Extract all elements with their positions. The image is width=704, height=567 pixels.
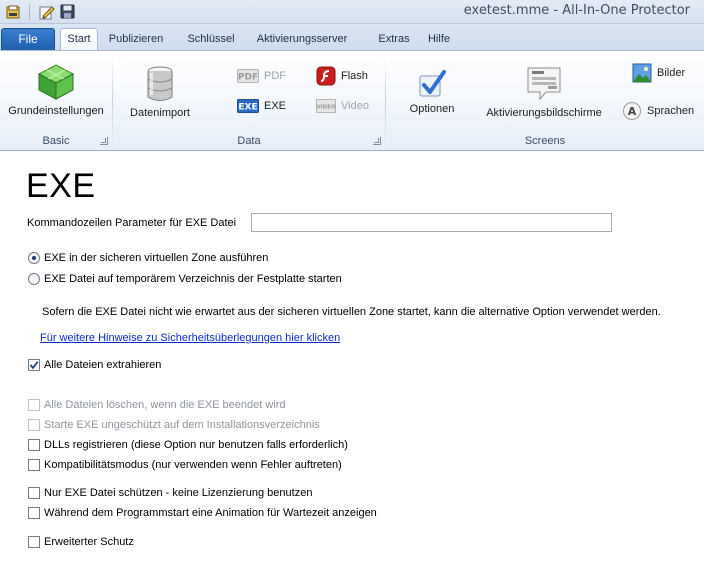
- tab-file[interactable]: File: [1, 28, 55, 50]
- activation-screen-icon: [527, 67, 561, 101]
- dialog-launcher-icon[interactable]: [373, 137, 381, 145]
- datenimport-label: Datenimport: [130, 107, 190, 119]
- checkbox-delete-on-exit[interactable]: Alle Dateien löschen, wenn die EXE beend…: [28, 397, 286, 413]
- ribbon-group-label-basic: Basic: [42, 135, 70, 147]
- tab-aktivierungsserver[interactable]: Aktivierungsserver: [250, 28, 354, 50]
- checkbox[interactable]: [28, 419, 40, 431]
- checkbox-label-delete-on-exit: Alle Dateien löschen, wenn die EXE beend…: [44, 399, 286, 411]
- checkbox[interactable]: [28, 507, 40, 519]
- checkbox-label-extract-all: Alle Dateien extrahieren: [44, 359, 162, 371]
- tab-publizieren[interactable]: Publizieren: [101, 28, 171, 50]
- flash-button[interactable]: Flash: [316, 66, 368, 86]
- grundeinstellungen-button[interactable]: Grundeinstellungen: [4, 63, 108, 117]
- checkbox-startup-animation[interactable]: Während dem Programmstart eine Animation…: [28, 505, 377, 521]
- app-menu-icon[interactable]: [4, 3, 21, 20]
- page-title: EXE: [26, 167, 96, 205]
- checkbox[interactable]: [28, 439, 40, 451]
- settings-cube-icon: [37, 64, 75, 100]
- grundeinstellungen-label: Grundeinstellungen: [8, 105, 104, 117]
- optionen-label: Optionen: [409, 103, 455, 115]
- svg-text:PDF: PDF: [238, 73, 258, 83]
- radio-button[interactable]: [28, 273, 40, 285]
- window-title: exetest.mme - All-In-One Protector: [463, 3, 690, 18]
- checkbox-run-unprotected[interactable]: Starte EXE ungeschützt auf dem Installat…: [28, 417, 320, 433]
- save-icon[interactable]: [59, 3, 76, 20]
- flash-label: Flash: [341, 70, 368, 82]
- qat-separator: [29, 3, 30, 20]
- tab-start[interactable]: Start: [60, 28, 98, 50]
- checkbox-extended-protection[interactable]: Erweiterter Schutz: [28, 534, 134, 550]
- checkbox[interactable]: [28, 487, 40, 499]
- checkbox-checked[interactable]: [28, 359, 40, 371]
- checkbox-label-run-unprotected: Starte EXE ungeschützt auf dem Installat…: [44, 419, 320, 431]
- radio-label-virtual-zone: EXE in der sicheren virtuellen Zone ausf…: [44, 252, 269, 264]
- checkbox[interactable]: [28, 459, 40, 471]
- ribbon-group-label-screens: Screens: [524, 135, 566, 147]
- checkbox-register-dlls[interactable]: DLLs registrieren (diese Option nur benu…: [28, 437, 348, 453]
- dialog-launcher-icon[interactable]: [100, 137, 108, 145]
- cmd-params-label: Kommandozeilen Parameter für EXE Datei: [27, 217, 237, 229]
- ribbon-group-label-data: Data: [237, 135, 261, 147]
- tab-hilfe[interactable]: Hilfe: [420, 28, 458, 50]
- database-icon: [147, 66, 173, 101]
- svg-text:VIDEO: VIDEO: [316, 105, 336, 111]
- video-icon: VIDEO: [316, 99, 336, 113]
- pdf-button[interactable]: PDF PDF: [237, 66, 286, 86]
- radio-button-selected[interactable]: [28, 252, 40, 264]
- checkbox-label-startup-animation: Während dem Programmstart eine Animation…: [44, 507, 377, 519]
- exe-label: EXE: [264, 100, 287, 112]
- checkbox-extract-all[interactable]: Alle Dateien extrahieren: [28, 357, 161, 373]
- svg-text:A: A: [628, 105, 637, 118]
- checkbox-label-compat-mode: Kompatibilitätsmodus (nur verwenden wenn…: [44, 459, 342, 471]
- bilder-button[interactable]: Bilder: [632, 63, 685, 83]
- ribbon-tab-row: File Start Publizieren Schlüssel Aktivie…: [0, 24, 704, 50]
- exe-button[interactable]: EXE EXE: [237, 96, 286, 116]
- ribbon: Grundeinstellungen Basic Datenimport PDF…: [0, 50, 704, 151]
- language-icon: A: [623, 102, 641, 120]
- bilder-label: Bilder: [657, 67, 686, 79]
- radio-option-temp-dir[interactable]: EXE Datei auf temporärem Verzeichnis der…: [28, 271, 342, 287]
- info-text: Sofern die EXE Datei nicht wie erwartet …: [42, 306, 661, 318]
- ribbon-group-data: Datenimport PDF PDF EXE EXE Flash VIDEO …: [113, 51, 385, 150]
- checkbox-compat-mode[interactable]: Kompatibilitätsmodus (nur verwenden wenn…: [28, 457, 342, 473]
- cmd-params-input[interactable]: [251, 213, 612, 232]
- quick-access-toolbar: [4, 3, 80, 20]
- checkbox-label-extended-protection: Erweiterter Schutz: [44, 536, 134, 548]
- checkmark-icon: [29, 361, 39, 370]
- flash-icon: [316, 66, 336, 86]
- svg-text:EXE: EXE: [238, 103, 257, 113]
- optionen-button[interactable]: Optionen: [400, 69, 464, 115]
- image-icon: [632, 63, 652, 83]
- edit-icon[interactable]: [38, 3, 55, 20]
- exe-settings-panel: EXE Kommandozeilen Parameter für EXE Dat…: [0, 152, 704, 567]
- radio-option-virtual-zone[interactable]: EXE in der sicheren virtuellen Zone ausf…: [28, 250, 268, 266]
- exe-icon: EXE: [237, 99, 259, 113]
- checkbox[interactable]: [28, 399, 40, 411]
- video-label: Video: [341, 100, 369, 112]
- checkbox-label-no-licensing: Nur EXE Datei schützen - keine Lizenzier…: [44, 487, 313, 499]
- video-button[interactable]: VIDEO Video: [316, 96, 369, 116]
- tab-schluessel[interactable]: Schlüssel: [181, 28, 241, 50]
- sprachen-button[interactable]: A Sprachen: [622, 101, 694, 121]
- radio-label-temp-dir: EXE Datei auf temporärem Verzeichnis der…: [44, 273, 342, 285]
- title-bar: exetest.mme - All-In-One Protector: [0, 0, 704, 24]
- checkbox-no-licensing[interactable]: Nur EXE Datei schützen - keine Lizenzier…: [28, 485, 312, 501]
- pdf-label: PDF: [264, 70, 286, 82]
- ribbon-group-basic: Grundeinstellungen Basic: [0, 51, 112, 150]
- security-info-link[interactable]: Für weitere Hinweise zu Sicherheitsüberl…: [40, 332, 340, 344]
- checkmark-icon: [419, 70, 446, 97]
- checkbox[interactable]: [28, 536, 40, 548]
- datenimport-button[interactable]: Datenimport: [121, 65, 199, 119]
- tab-extras[interactable]: Extras: [373, 28, 415, 50]
- ribbon-group-screens: Optionen Aktivierungsbildschirme Bilder: [386, 51, 704, 150]
- aktivierungsbildschirme-button[interactable]: Aktivierungsbildschirme: [482, 65, 606, 119]
- sprachen-label: Sprachen: [647, 105, 695, 117]
- aktivierungsbildschirme-label: Aktivierungsbildschirme: [486, 107, 602, 119]
- pdf-icon: PDF: [237, 69, 259, 83]
- checkbox-label-register-dlls: DLLs registrieren (diese Option nur benu…: [44, 439, 348, 451]
